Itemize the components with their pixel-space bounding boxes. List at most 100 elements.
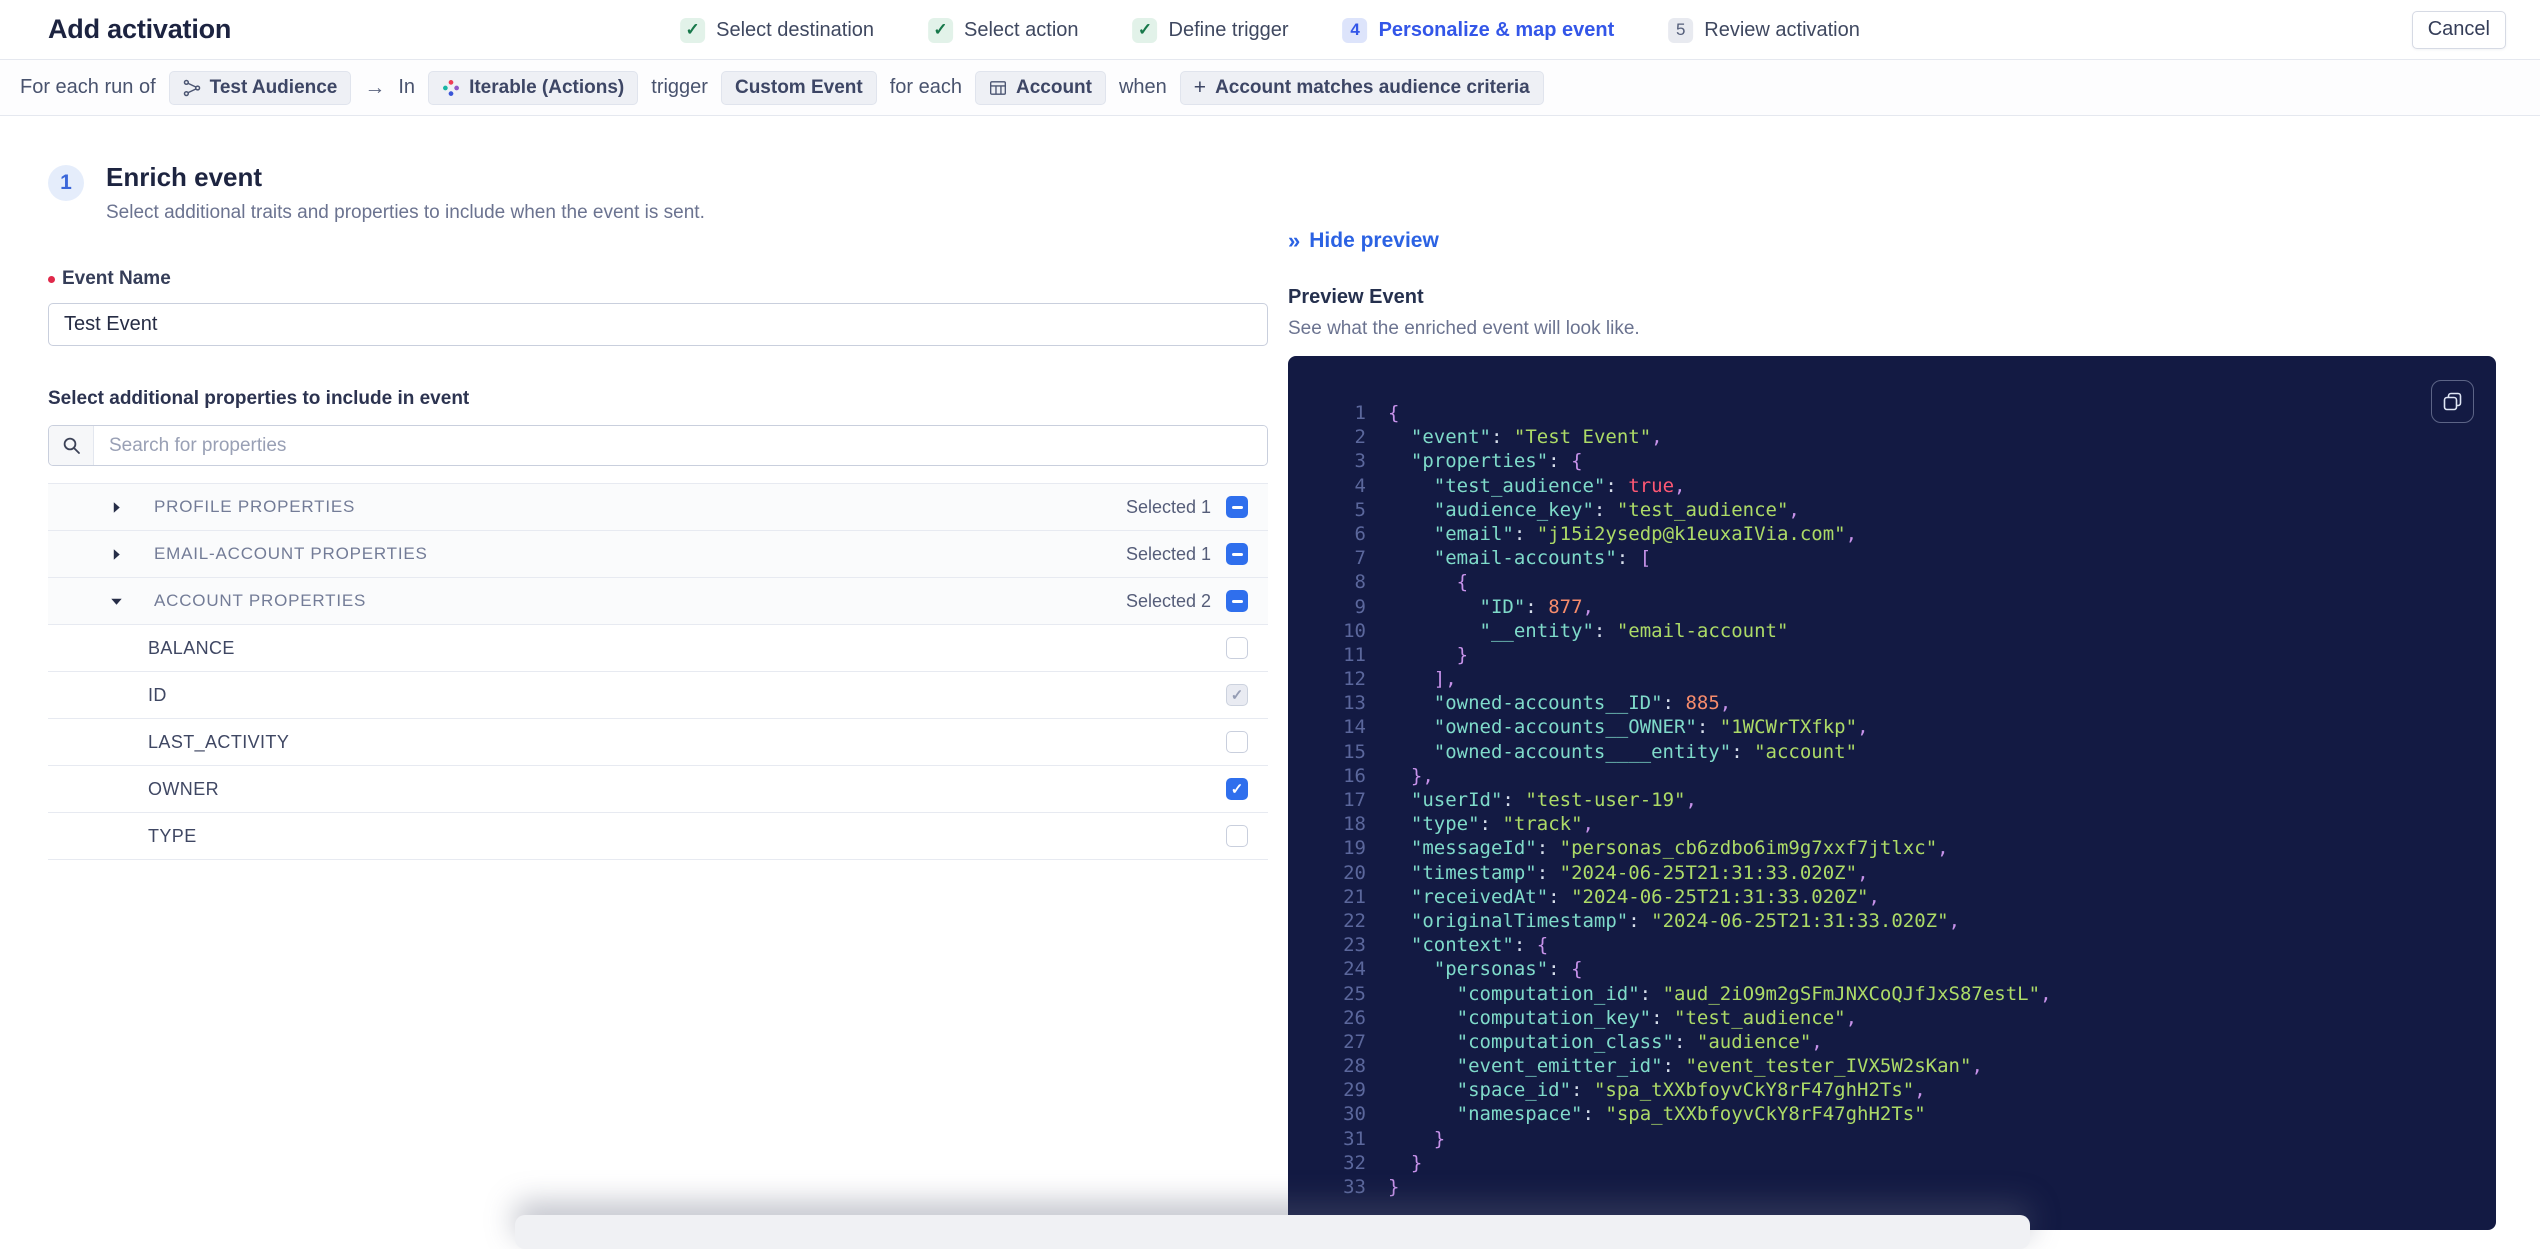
chip-label: Test Audience [209, 76, 338, 98]
property-label: BALANCE [148, 637, 235, 658]
cancel-button[interactable]: Cancel [2411, 10, 2506, 49]
search-input[interactable] [94, 426, 1267, 465]
line-number: 3 [1354, 450, 1366, 473]
event-name-label: Event Name [48, 268, 1268, 290]
search-icon [49, 426, 94, 465]
code-line: 27 "computation_class": "audience", [1322, 1031, 2476, 1055]
criteria-chip-custom-event[interactable]: Custom Event [720, 70, 877, 105]
property-checkbox[interactable] [1226, 684, 1248, 706]
wizard-step-personalize-map-event[interactable]: 4 Personalize & map event [1342, 17, 1615, 43]
line-number: 4 [1354, 474, 1366, 497]
line-number: 32 [1343, 1151, 1366, 1174]
line-number: 26 [1343, 1006, 1366, 1029]
section-step-number: 1 [48, 165, 84, 201]
criteria-text: For each run of [20, 76, 156, 98]
code-line: 7 "email-accounts": [ [1322, 547, 2476, 571]
criteria-chip-iterable-actions-[interactable]: Iterable (Actions) [428, 70, 639, 105]
property-group-account-properties[interactable]: ACCOUNT PROPERTIES Selected 2 [48, 578, 1268, 625]
code-line: 20 "timestamp": "2024-06-25T21:31:33.020… [1322, 862, 2476, 886]
chip-label: Account [1015, 76, 1092, 98]
preview-title: Preview Event [1288, 286, 1424, 308]
line-number: 14 [1343, 716, 1366, 739]
group-selection: Selected 2 [1126, 590, 1248, 612]
table-icon [989, 79, 1007, 97]
json-code: 1{2 "event": "Test Event", 3 "properties"… [1322, 402, 2476, 1200]
property-label: LAST_ACTIVITY [148, 731, 290, 752]
property-checkbox[interactable] [1226, 637, 1248, 659]
code-line: 8 { [1322, 571, 2476, 595]
line-number: 31 [1343, 1127, 1366, 1150]
line-number: 27 [1343, 1030, 1366, 1053]
step-check-icon: ✓ [1132, 17, 1158, 43]
property-checkbox[interactable] [1226, 778, 1248, 800]
properties-select-label: Select additional properties to include … [48, 388, 470, 409]
footer-shadow [515, 1215, 2030, 1249]
line-number: 28 [1343, 1055, 1366, 1078]
group-checkbox[interactable] [1226, 496, 1248, 518]
wizard-step-review-activation[interactable]: 5 Review activation [1668, 17, 1860, 43]
group-checkbox[interactable] [1226, 543, 1248, 565]
required-marker-icon [48, 275, 55, 283]
line-number: 23 [1343, 934, 1366, 957]
code-line: 18 "type": "track", [1322, 813, 2476, 837]
step-label: Personalize & map event [1378, 18, 1615, 41]
step-number-badge: 4 [1342, 17, 1368, 43]
code-line: 31 } [1322, 1128, 2476, 1152]
line-number: 18 [1343, 813, 1366, 836]
property-row-owner[interactable]: OWNER [48, 766, 1268, 813]
preview-subtitle: See what the enriched event will look li… [1288, 318, 1640, 339]
hide-preview-link[interactable]: » Hide preview [1288, 228, 1439, 254]
property-row-balance[interactable]: BALANCE [48, 625, 1268, 672]
criteria-chip-test-audience[interactable]: Test Audience [168, 70, 352, 105]
copy-button[interactable] [2431, 380, 2474, 423]
code-line: 4 "test_audience": true, [1322, 475, 2476, 499]
code-line: 9 "ID": 877, [1322, 596, 2476, 620]
code-line: 2 "event": "Test Event", [1322, 426, 2476, 450]
code-line: 6 "email": "j15i2ysedp@k1euxaIVia.com", [1322, 523, 2476, 547]
property-group-profile-properties[interactable]: PROFILE PROPERTIES Selected 1 [48, 484, 1268, 531]
code-line: 17 "userId": "test-user-19", [1322, 789, 2476, 813]
criteria-text: for each [889, 76, 962, 98]
event-name-input[interactable] [48, 303, 1268, 346]
double-chevron-right-icon: » [1288, 228, 1300, 253]
code-line: 10 "__entity": "email-account" [1322, 620, 2476, 644]
plus-icon: + [1193, 76, 1207, 99]
line-number: 15 [1343, 740, 1366, 763]
property-checkbox[interactable] [1226, 825, 1248, 847]
step-label: Select destination [716, 18, 875, 41]
property-row-id[interactable]: ID [48, 672, 1268, 719]
property-group-email-account-properties[interactable]: EMAIL-ACCOUNT PROPERTIES Selected 1 [48, 531, 1268, 578]
property-label: TYPE [148, 825, 197, 846]
property-search [48, 425, 1268, 466]
property-groups-accordion: PROFILE PROPERTIES Selected 1 EMAIL-ACCOUN… [48, 483, 1268, 860]
wizard-step-select-destination[interactable]: ✓ Select destination [680, 17, 875, 43]
group-label: EMAIL-ACCOUNT PROPERTIES [154, 544, 428, 563]
property-row-type[interactable]: TYPE [48, 813, 1268, 860]
code-line: 13 "owned-accounts__ID": 885, [1322, 692, 2476, 716]
code-line: 30 "namespace": "spa_tXXbfoyvCkY8rF47ghH… [1322, 1103, 2476, 1127]
event-json-preview: 1{2 "event": "Test Event", 3 "properties"… [1288, 356, 2496, 1230]
code-line: 32 } [1322, 1152, 2476, 1176]
main-content: 1 Enrich event Select additional traits … [0, 116, 2540, 1230]
wizard-step-select-action[interactable]: ✓ Select action [928, 17, 1079, 43]
wizard-step-define-trigger[interactable]: ✓ Define trigger [1132, 17, 1289, 43]
property-row-last-activity[interactable]: LAST_ACTIVITY [48, 719, 1268, 766]
group-checkbox[interactable] [1226, 590, 1248, 612]
code-line: 16 }, [1322, 765, 2476, 789]
code-line: 23 "context": { [1322, 934, 2476, 958]
criteria-chip-account[interactable]: Account [974, 70, 1106, 105]
chip-label: Iterable (Actions) [469, 76, 625, 98]
step-label: Define trigger [1168, 18, 1289, 41]
code-line: 26 "computation_key": "test_audience", [1322, 1007, 2476, 1031]
property-checkbox[interactable] [1226, 731, 1248, 753]
line-number: 19 [1343, 837, 1366, 860]
property-label: ID [148, 684, 167, 705]
preview-panel: » Hide preview Preview Event See what th… [1288, 116, 2496, 1230]
line-number: 2 [1354, 426, 1366, 449]
step-check-icon: ✓ [680, 17, 706, 43]
page-title: Add activation [48, 14, 232, 44]
selected-count: Selected 1 [1125, 543, 1211, 564]
iterable-icon [442, 79, 460, 97]
code-line: 24 "personas": { [1322, 958, 2476, 982]
criteria-chip-account-matches-audience-criteria[interactable]: + Account matches audience criteria [1179, 70, 1544, 105]
